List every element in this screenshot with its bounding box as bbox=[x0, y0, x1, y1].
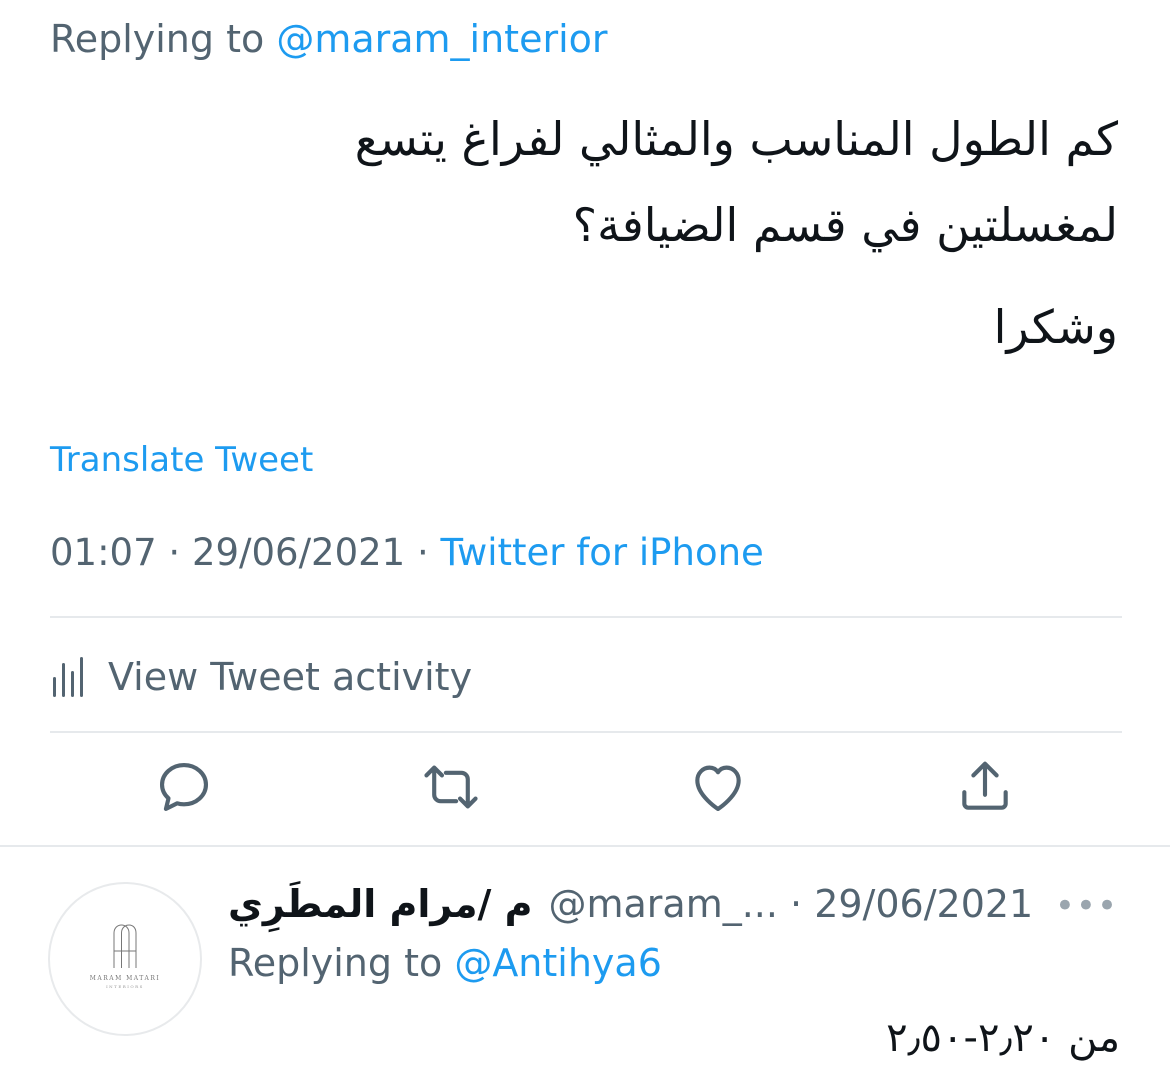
meta-separator: · bbox=[156, 531, 192, 574]
reply-text: من ٢٫٢٠-٢٫٥٠ bbox=[886, 1015, 1120, 1061]
share-button[interactable] bbox=[950, 752, 1020, 822]
tweet-text-line: وشكرا bbox=[993, 300, 1118, 354]
like-button[interactable] bbox=[683, 752, 753, 822]
reply-author-handle[interactable]: @maram_... bbox=[548, 882, 777, 926]
replying-prefix: Replying to bbox=[228, 941, 455, 985]
translate-tweet-link[interactable]: Translate Tweet bbox=[50, 438, 313, 482]
tweet-text-line: لمغسلتين في قسم الضيافة؟ bbox=[572, 198, 1118, 252]
tweet-text: كم الطول المناسب والمثالي لفراغ يتسع لمغ… bbox=[48, 96, 1118, 370]
tweet-text-line: كم الطول المناسب والمثالي لفراغ يتسع bbox=[354, 112, 1118, 166]
divider bbox=[0, 845, 1170, 847]
tweet-date: 29/06/2021 bbox=[191, 531, 406, 574]
heart-icon bbox=[695, 765, 741, 812]
meta-separator: · bbox=[405, 531, 441, 574]
reply-header: م /مرام المطَرِي @maram_... · 29/06/2021 bbox=[228, 878, 1033, 930]
reply-date: 29/06/2021 bbox=[814, 882, 1034, 926]
reply-author-handle-and-date: @maram_... · 29/06/2021 bbox=[548, 882, 1033, 926]
replying-prefix: Replying to bbox=[50, 17, 277, 61]
analytics-bars-icon bbox=[53, 657, 83, 697]
tweet-metadata: 01:07 · 29/06/2021 · Twitter for iPhone bbox=[50, 528, 764, 578]
divider bbox=[50, 731, 1122, 733]
view-tweet-activity-button[interactable]: View Tweet activity bbox=[50, 652, 472, 702]
avatar-brand-subtext: INTERIORS bbox=[106, 984, 144, 989]
reply-author-avatar[interactable]: MARAM MATARI INTERIORS bbox=[48, 882, 202, 1036]
replying-to-line: Replying to @maram_interior bbox=[50, 14, 608, 64]
view-tweet-activity-label: View Tweet activity bbox=[108, 655, 473, 699]
retweet-button[interactable] bbox=[416, 752, 486, 822]
reply-icon bbox=[159, 762, 209, 812]
meta-separator: · bbox=[777, 882, 815, 926]
avatar-brand-text: MARAM MATARI bbox=[89, 975, 161, 982]
tweet-detail-view: Replying to @maram_interior كم الطول الم… bbox=[0, 0, 1170, 1069]
retweet-icon bbox=[424, 765, 478, 809]
replying-to-handle-link[interactable]: @maram_interior bbox=[276, 17, 607, 61]
brand-monogram-logo bbox=[113, 924, 137, 968]
reply-button[interactable] bbox=[149, 752, 219, 822]
reply-replying-to-line: Replying to @Antihya6 bbox=[228, 938, 662, 988]
divider bbox=[50, 616, 1122, 618]
tweet-time: 01:07 bbox=[50, 531, 157, 574]
replying-to-handle-link[interactable]: @Antihya6 bbox=[454, 941, 662, 985]
reply-author-name[interactable]: م /مرام المطَرِي bbox=[228, 882, 532, 926]
more-options-button[interactable]: ••• bbox=[1055, 886, 1118, 926]
share-icon bbox=[962, 761, 1008, 810]
tweet-action-bar bbox=[0, 752, 1170, 822]
tweet-source-link[interactable]: Twitter for iPhone bbox=[441, 531, 764, 574]
